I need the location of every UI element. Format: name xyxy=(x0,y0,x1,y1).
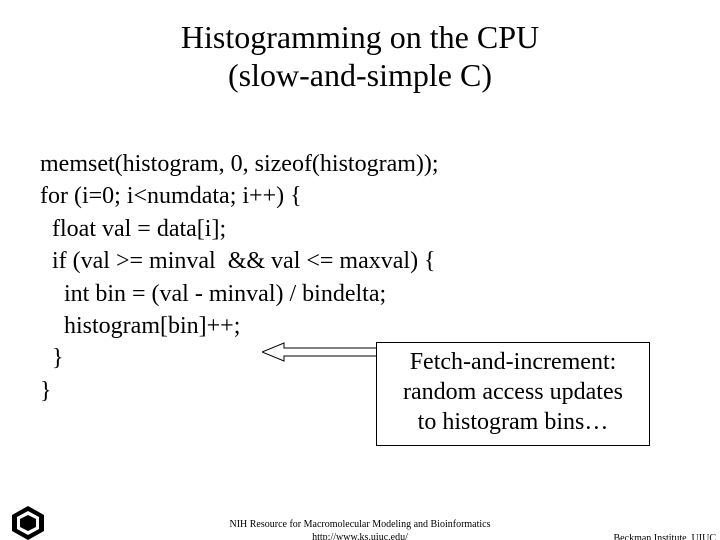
code-line-5: int bin = (val - minval) / bindelta; xyxy=(40,281,386,307)
callout: Fetch-and-increment: random access updat… xyxy=(376,342,650,446)
callout-line-2: random access updates xyxy=(387,377,639,407)
title-line-1: Histogramming on the CPU xyxy=(0,18,720,56)
callout-arrow-icon xyxy=(262,340,392,370)
callout-line-1: Fetch-and-increment: xyxy=(387,347,639,377)
footer: NIH Resource for Macromolecular Modeling… xyxy=(0,519,720,540)
callout-box: Fetch-and-increment: random access updat… xyxy=(376,342,650,446)
code-line-4: if (val >= minval && val <= maxval) { xyxy=(40,248,436,274)
code-line-2: for (i=0; i<numdata; i++) { xyxy=(40,183,302,209)
footer-center: NIH Resource for Macromolecular Modeling… xyxy=(0,519,720,540)
title-line-2: (slow-and-simple C) xyxy=(0,56,720,94)
code-line-6: histogram[bin]++; xyxy=(40,313,240,339)
code-line-1: memset(histogram, 0, sizeof(histogram)); xyxy=(40,151,439,177)
code-line-8: } xyxy=(40,378,52,404)
slide: { "title": { "line1": "Histogramming on … xyxy=(0,18,720,540)
footer-center-line-2: http://www.ks.uiuc.edu/ xyxy=(0,532,720,540)
footer-right: Beckman Institute, UIUC xyxy=(614,533,716,540)
callout-line-3: to histogram bins… xyxy=(387,407,639,437)
code-line-7: } xyxy=(40,345,64,371)
code-line-3: float val = data[i]; xyxy=(40,216,226,242)
slide-title: Histogramming on the CPU (slow-and-simpl… xyxy=(0,18,720,95)
footer-center-line-1: NIH Resource for Macromolecular Modeling… xyxy=(0,519,720,532)
